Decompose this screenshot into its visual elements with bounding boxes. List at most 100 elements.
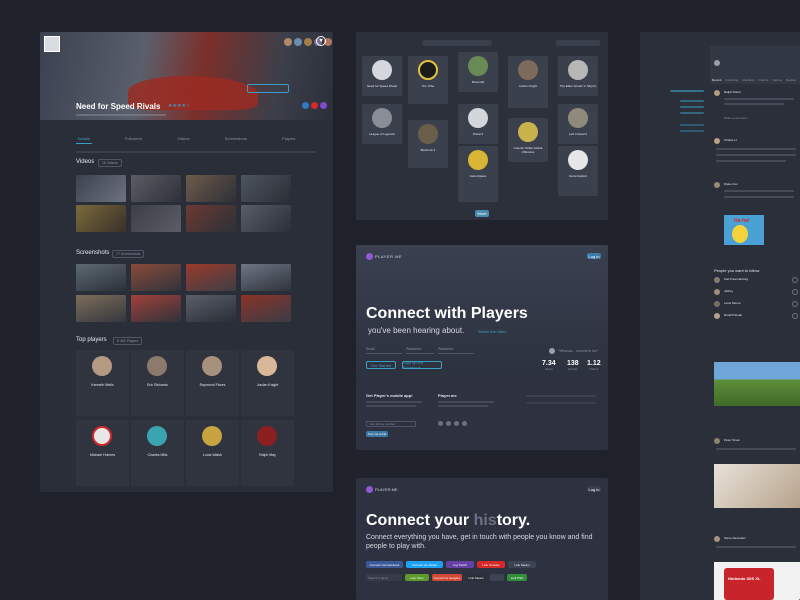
video-thumb[interactable] <box>76 175 126 202</box>
tab-followers[interactable]: Followers <box>123 128 144 144</box>
connect-facebook-button[interactable]: Connect via Facebook <box>366 561 403 568</box>
video-thumb[interactable] <box>186 205 236 232</box>
screenshot-thumb[interactable] <box>241 264 291 291</box>
nintendo-3ds-image[interactable]: Nintendo 3DS XL <box>714 562 800 600</box>
tab-games[interactable]: Games <box>772 78 782 82</box>
meme-image[interactable]: Ha-ha! <box>724 215 764 245</box>
game-tile[interactable]: Bioshock 4 <box>408 120 448 168</box>
brand-name: PLAYER.ME <box>375 254 403 259</box>
follow-button[interactable] <box>792 289 798 295</box>
player-card[interactable]: Louis Walsh <box>186 420 239 486</box>
psn-icon-button[interactable] <box>490 574 504 581</box>
connect-twitter-button[interactable]: Connect via Twitter <box>406 561 443 568</box>
screenshots-count-badge[interactable]: 77 Screenshots <box>112 250 145 258</box>
watch-video-link[interactable]: Watch the video <box>478 329 507 334</box>
game-tile[interactable]: Minecraft <box>458 52 498 92</box>
game-tile[interactable]: Hummingbird <box>558 146 598 196</box>
tab-screenshots[interactable]: Screenshots <box>223 128 249 144</box>
grid-header-buttons[interactable] <box>556 40 600 46</box>
video-thumb[interactable] <box>186 175 236 202</box>
game-tile[interactable]: Left 4 Dead 2 <box>558 104 598 144</box>
videos-count-badge[interactable]: 16 Videos <box>98 159 122 167</box>
game-tile[interactable]: Amber Knight <box>508 56 548 108</box>
get-started-button[interactable]: Get Started <box>366 361 396 369</box>
player-card[interactable]: Charles Mills <box>131 420 184 486</box>
tab-friends[interactable]: Friends <box>758 78 768 82</box>
tab-recent[interactable]: Recent <box>712 78 722 82</box>
tab-replies[interactable]: Replies <box>786 78 796 82</box>
facebook-signup-button[interactable]: Sign up via Facebook <box>402 360 442 370</box>
brand-name: PLAYER.ME <box>375 487 398 492</box>
tab-players[interactable]: Players <box>280 128 297 144</box>
link-steam-button[interactable]: Link Steam <box>508 561 536 568</box>
live-xbox-button[interactable]: Live Xbox <box>405 574 429 581</box>
photo-image[interactable] <box>714 464 800 508</box>
game-tile[interactable]: Need for Speed Rivals <box>362 56 402 96</box>
phone-input[interactable]: Your phone number <box>366 421 416 427</box>
player-card[interactable]: Raymond Flores <box>186 350 239 416</box>
screenshot-thumb[interactable] <box>131 264 181 291</box>
player-card[interactable]: Kenneth Wells <box>76 350 129 416</box>
player-card[interactable]: Michael Holmes <box>76 420 129 486</box>
screenshot-thumb[interactable] <box>186 295 236 322</box>
grid-search-bar[interactable] <box>422 40 492 46</box>
twitter-icon <box>438 421 443 426</box>
game-tile[interactable]: The Elder Scrolls V: Skyrim <box>558 56 598 96</box>
login-button[interactable]: Log in <box>587 253 601 259</box>
text-me-link-button[interactable]: Text me a link <box>366 431 388 437</box>
tab-following[interactable]: Following <box>726 78 739 82</box>
player-name: Jordan Knight <box>256 383 279 387</box>
feed-post: Peter Tonen <box>712 436 800 460</box>
feed-side-menu[interactable] <box>670 90 706 150</box>
password-field[interactable]: Password <box>406 347 434 354</box>
follow-button[interactable] <box>792 301 798 307</box>
screenshot-thumb[interactable] <box>241 295 291 322</box>
minecraft-video[interactable] <box>714 362 800 406</box>
stat-videos: 1.12 Videos <box>587 360 601 371</box>
link-psn-button[interactable]: Link PSN <box>507 574 527 581</box>
game-tile[interactable]: League of Legends <box>362 104 402 144</box>
screenshot-thumb[interactable] <box>76 295 126 322</box>
player-avatar <box>257 426 277 446</box>
video-thumb[interactable] <box>241 205 291 232</box>
tab-videos[interactable]: Videos <box>175 128 191 144</box>
link-twitch-button[interactable]: Log Twitch <box>446 561 474 568</box>
video-thumb[interactable] <box>241 175 291 202</box>
confirm-field[interactable]: Password <box>438 347 474 354</box>
history-headline: Connect your history. <box>366 512 531 529</box>
game-tile[interactable]: GameSpace <box>458 146 498 202</box>
game-search-input[interactable]: Search a game <box>366 574 402 581</box>
tab-details[interactable]: Details <box>75 128 92 144</box>
load-more-button[interactable]: More <box>475 210 489 217</box>
link-youtube-button[interactable]: Link Youtube <box>477 561 505 568</box>
link-steam-button-2[interactable]: Link Steam <box>465 574 487 581</box>
video-thumb[interactable] <box>76 205 126 232</box>
stat-games: 138 Games <box>567 360 579 371</box>
game-tile[interactable]: Counter Strike Global Offensive <box>508 118 548 162</box>
game-tile[interactable]: The Tribe <box>408 56 448 104</box>
video-thumb[interactable] <box>131 175 181 202</box>
tab-mentions[interactable]: Mentions <box>742 78 754 82</box>
comment-input[interactable]: Write a comment... <box>724 116 749 120</box>
player-card[interactable]: Ralph May <box>241 420 294 486</box>
player-card[interactable]: Eric Richards <box>131 350 184 416</box>
screenshots-heading: Screenshots <box>76 250 110 256</box>
follow-button[interactable] <box>792 313 798 319</box>
game-tile[interactable]: Portal 2 <box>458 104 498 144</box>
connect-google-button[interactable]: Connect to Google+ <box>432 574 462 581</box>
screenshot-thumb[interactable] <box>186 264 236 291</box>
screenshot-thumb[interactable] <box>131 295 181 322</box>
email-field[interactable]: Email <box>366 347 402 354</box>
screenshot-thumb[interactable] <box>76 264 126 291</box>
top-players-count[interactable]: 8 462 Players <box>113 337 143 345</box>
video-thumb[interactable] <box>131 205 181 232</box>
landing-headline: Connect with Players <box>366 305 528 322</box>
follow-button[interactable] <box>792 277 798 283</box>
favorite-heart-button[interactable]: ♥ <box>316 36 326 46</box>
player-card[interactable]: Jordan Knight <box>241 350 294 416</box>
login-button[interactable]: Log in <box>587 486 601 492</box>
landing-history-card: PLAYER.ME Log in Connect your history. C… <box>356 478 608 600</box>
game-tabs: Details Followers Videos Screenshots Pla… <box>40 128 333 144</box>
hero-action-button[interactable] <box>247 84 289 93</box>
player-avatar <box>92 356 112 376</box>
